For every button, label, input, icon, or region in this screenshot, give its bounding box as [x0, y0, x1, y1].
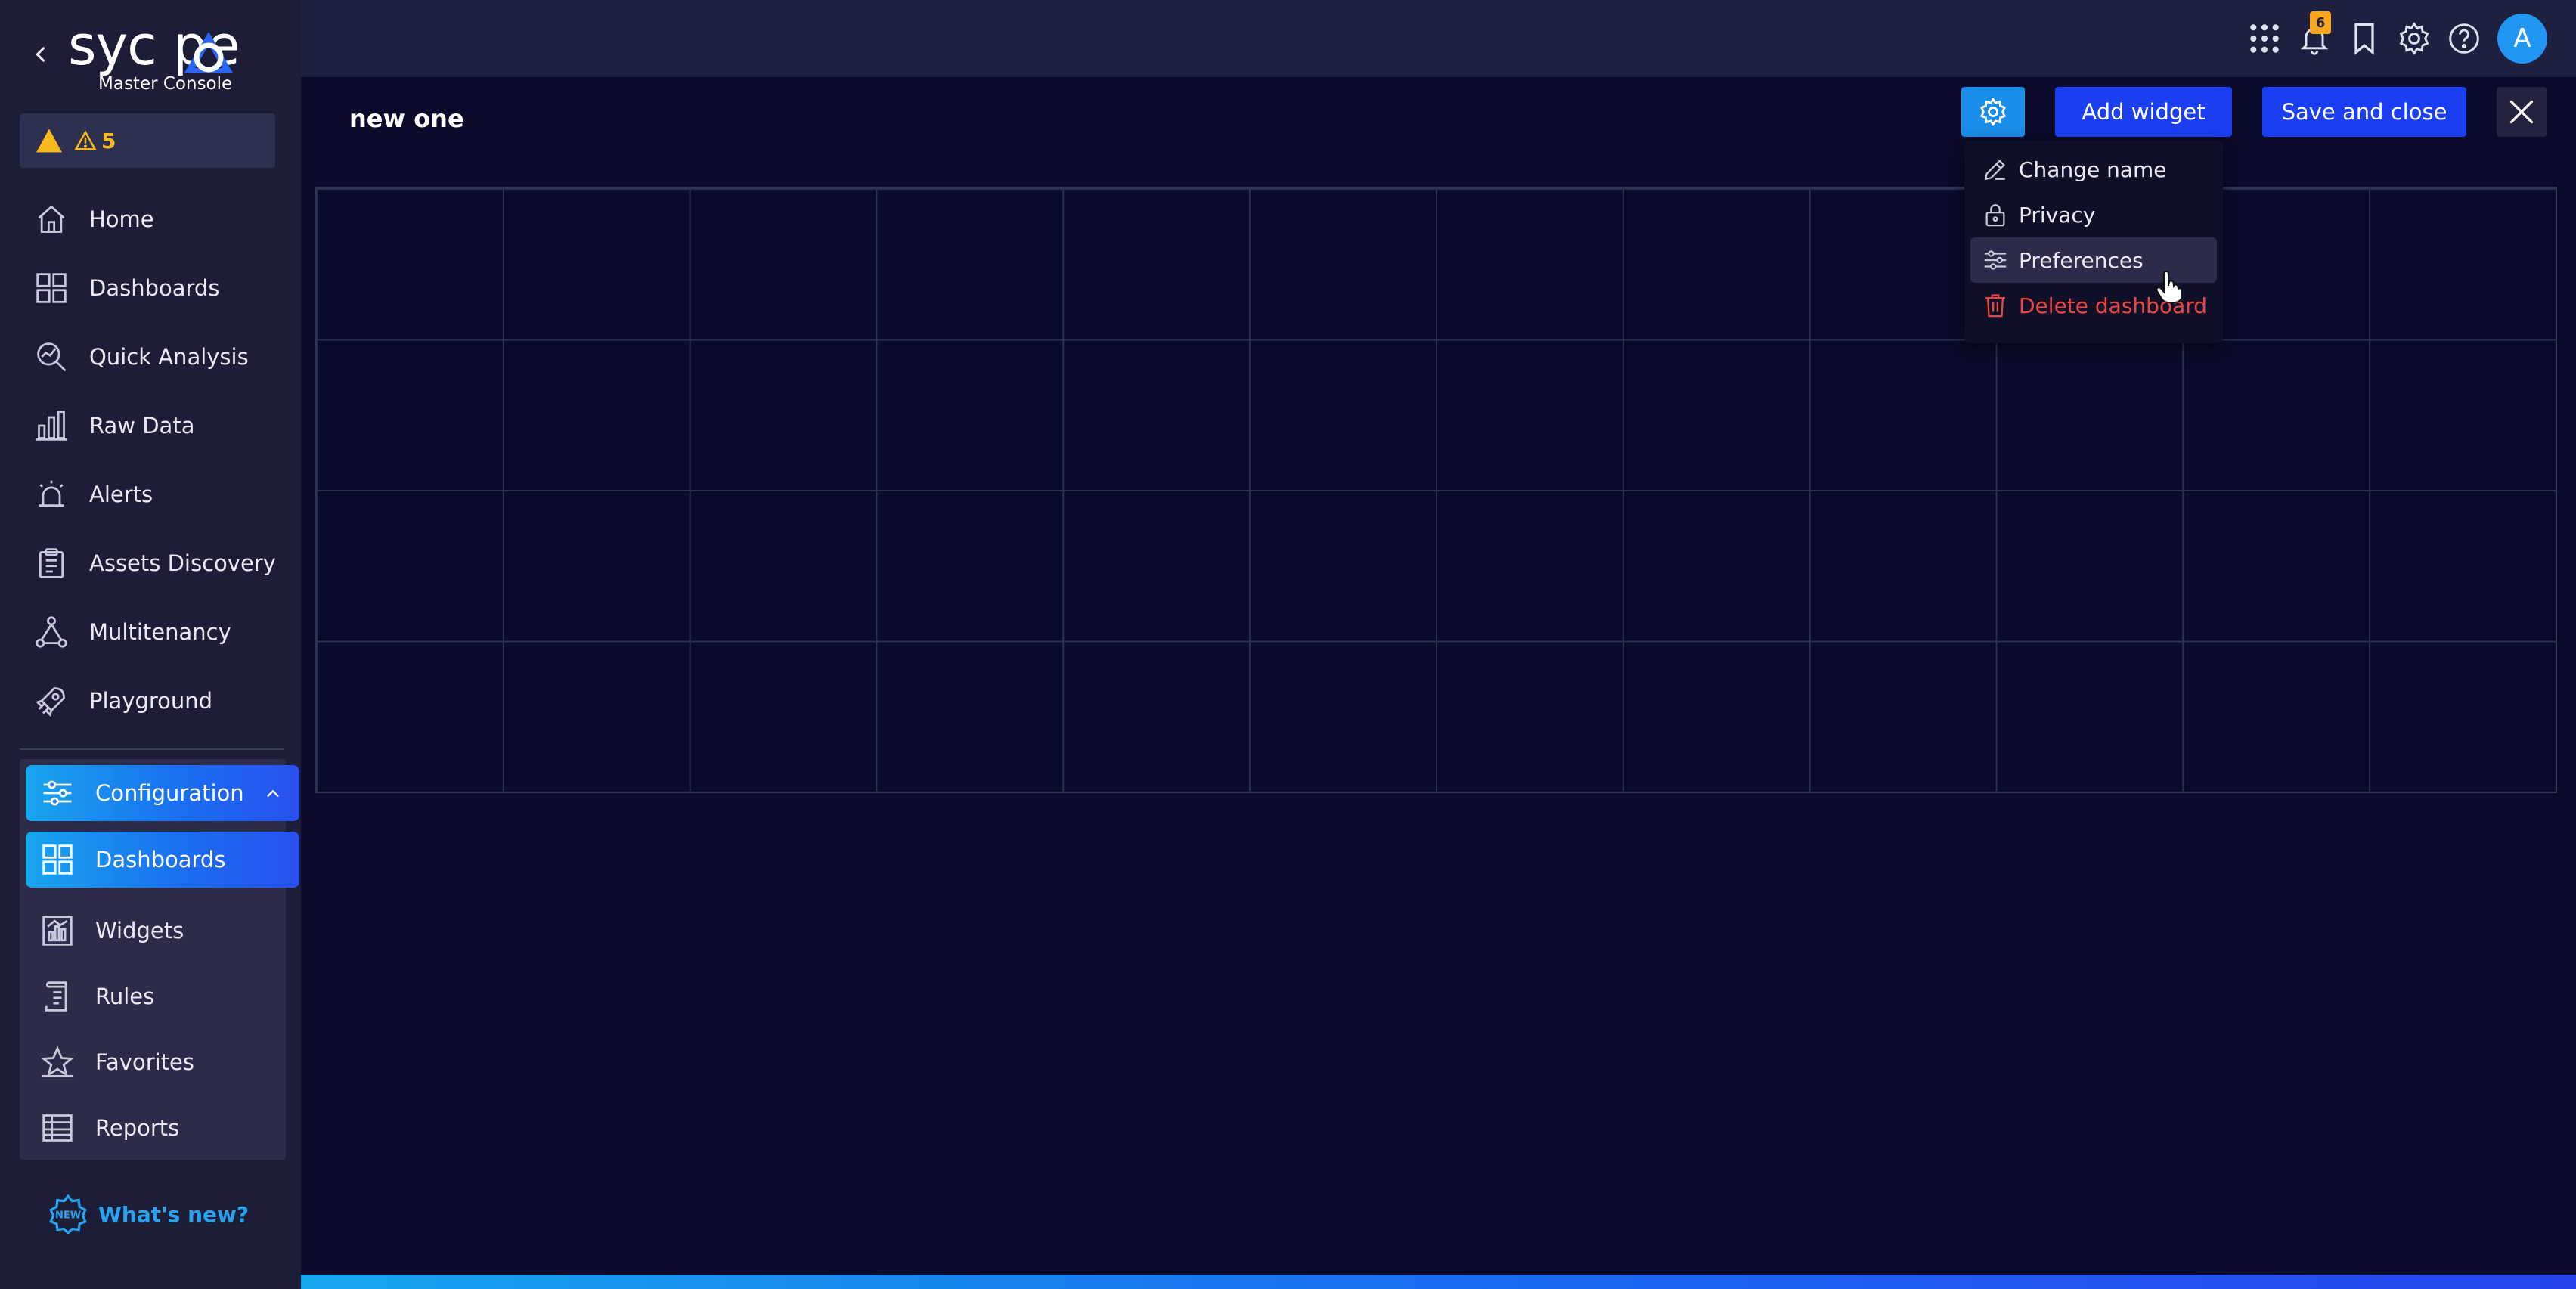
- gear-icon: [1979, 98, 2007, 126]
- page-title: new one: [349, 104, 464, 133]
- nav-label: Dashboards: [89, 274, 220, 301]
- alert-count: 5: [101, 128, 116, 153]
- config-item-label: Widgets: [95, 917, 184, 944]
- svg-text:NEW: NEW: [55, 1210, 81, 1221]
- apps-grid-icon[interactable]: [2248, 22, 2281, 55]
- table-icon: [41, 1111, 74, 1145]
- config-item-rules[interactable]: Rules: [26, 963, 299, 1029]
- bar-chart-icon: [35, 409, 68, 442]
- alarm-icon: [35, 478, 68, 511]
- nav-item-home[interactable]: Home: [0, 184, 301, 253]
- alert-summary[interactable]: 5: [20, 113, 275, 168]
- config-item-reports[interactable]: Reports: [26, 1095, 299, 1160]
- configuration-panel: Configuration Dashboards Widgets Rules F…: [20, 759, 299, 1160]
- dashboard-settings-menu: Change name Privacy Preferences Delete d…: [1964, 141, 2223, 343]
- pencil-icon: [1982, 156, 2008, 182]
- close-icon: [2508, 98, 2535, 125]
- brand: syc pe Master Console: [30, 18, 272, 98]
- menu-item-label: Privacy: [2019, 202, 2096, 228]
- notifications-button[interactable]: 6: [2298, 11, 2331, 55]
- new-badge-icon: NEW: [48, 1194, 88, 1234]
- dashboard-settings-button[interactable]: [1961, 87, 2025, 137]
- nav-label: Playground: [89, 687, 213, 714]
- nav-label: Raw Data: [89, 412, 195, 438]
- nav-label: Quick Analysis: [89, 343, 249, 370]
- chevron-up-icon: [265, 785, 281, 801]
- bookmark-icon[interactable]: [2348, 22, 2381, 55]
- brand-subtitle: Master Console: [98, 74, 233, 94]
- user-avatar[interactable]: A: [2497, 14, 2547, 64]
- rocket-icon: [35, 684, 68, 717]
- logo-icon: [180, 29, 237, 77]
- warning-outline-icon: [74, 130, 97, 151]
- whats-new-label: What's new?: [98, 1201, 250, 1227]
- grid-icon: [41, 843, 74, 876]
- menu-item-label: Change name: [2019, 156, 2167, 182]
- nav-item-alerts[interactable]: Alerts: [0, 460, 301, 528]
- nav-item-dashboards[interactable]: Dashboards: [0, 253, 301, 322]
- widget-chart-icon: [41, 914, 74, 947]
- config-item-label: Favorites: [95, 1049, 194, 1075]
- warning-icon: [35, 128, 64, 153]
- trash-icon: [1982, 293, 2008, 318]
- menu-item-privacy[interactable]: Privacy: [1970, 192, 2217, 237]
- nav-label: Assets Discovery: [89, 550, 276, 576]
- config-item-label: Rules: [95, 983, 155, 1009]
- network-icon: [35, 615, 68, 649]
- menu-item-change-name[interactable]: Change name: [1970, 147, 2217, 192]
- clipboard-icon: [35, 547, 68, 580]
- whats-new-link[interactable]: NEW What's new?: [48, 1194, 249, 1234]
- menu-item-label: Preferences: [2019, 247, 2144, 273]
- close-button[interactable]: [2497, 87, 2547, 137]
- config-item-label: Dashboards: [95, 847, 226, 872]
- bottom-progress-bar: [301, 1275, 2576, 1289]
- divider: [20, 748, 284, 750]
- sliders-icon: [1982, 247, 2008, 273]
- top-bar: 6 A: [301, 0, 2576, 77]
- home-icon: [35, 203, 68, 236]
- nav-item-quick-analysis[interactable]: Quick Analysis: [0, 322, 301, 391]
- lock-icon: [1982, 202, 2008, 228]
- configuration-toggle[interactable]: Configuration: [26, 765, 299, 821]
- config-item-widgets[interactable]: Widgets: [26, 897, 299, 963]
- nav-label: Multitenancy: [89, 618, 231, 645]
- sliders-icon: [41, 776, 74, 810]
- nav-item-playground[interactable]: Playground: [0, 666, 301, 735]
- notification-badge: 6: [2310, 11, 2331, 34]
- nav-label: Alerts: [89, 481, 153, 507]
- help-icon[interactable]: [2447, 22, 2481, 55]
- save-and-close-button[interactable]: Save and close: [2262, 87, 2466, 137]
- main-nav: Home Dashboards Quick Analysis Raw Data …: [0, 184, 301, 735]
- hand-cursor-icon: [2155, 271, 2182, 304]
- chevron-left-icon[interactable]: [30, 39, 51, 70]
- sidebar: syc pe Master Console 5 Home Dashboards: [0, 0, 301, 1289]
- nav-item-raw-data[interactable]: Raw Data: [0, 391, 301, 460]
- settings-gear-icon[interactable]: [2398, 22, 2431, 55]
- configuration-label: Configuration: [95, 780, 244, 806]
- grid-icon: [35, 271, 68, 305]
- config-item-label: Reports: [95, 1114, 180, 1141]
- config-item-dashboards[interactable]: Dashboards: [26, 832, 299, 888]
- nav-item-multitenancy[interactable]: Multitenancy: [0, 597, 301, 666]
- add-widget-button[interactable]: Add widget: [2055, 87, 2232, 137]
- config-item-favorites[interactable]: Favorites: [26, 1029, 299, 1095]
- analysis-icon: [35, 340, 68, 373]
- rules-icon: [41, 980, 74, 1013]
- star-icon: [41, 1045, 74, 1079]
- nav-label: Home: [89, 206, 154, 232]
- configuration-items: Dashboards Widgets Rules Favorites Repor…: [26, 832, 299, 1160]
- top-bar-actions: 6 A: [2248, 11, 2547, 65]
- nav-item-assets-discovery[interactable]: Assets Discovery: [0, 528, 301, 597]
